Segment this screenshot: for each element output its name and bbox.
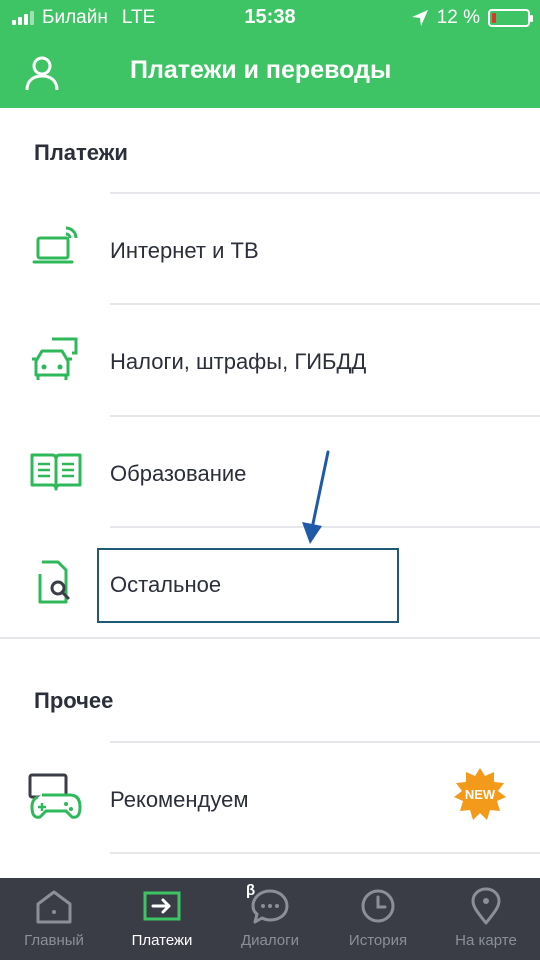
beta-mark: β	[246, 882, 256, 899]
section-title-other: Прочее	[34, 688, 114, 713]
tab-dialogs[interactable]: β Диалоги	[216, 878, 324, 960]
section-title-payments: Платежи	[34, 140, 128, 165]
gamepad-icon	[28, 773, 82, 819]
list-item-label: Интернет и ТВ	[110, 238, 259, 263]
new-badge-label: NEW	[465, 787, 496, 802]
divider	[110, 852, 540, 854]
list-item-label: Рекомендуем	[110, 787, 249, 812]
home-icon	[36, 890, 72, 924]
tab-label: Диалоги	[241, 932, 299, 949]
location-arrow-icon	[411, 10, 428, 26]
tab-bar: Главный Платежи β Диалоги История На кар…	[0, 878, 540, 960]
book-icon	[30, 453, 82, 491]
status-right: 12 %	[411, 7, 533, 29]
annotation-arrow-icon	[302, 450, 330, 544]
battery-percent: 12 %	[436, 7, 480, 28]
list-item-taxes-fines[interactable]: Налоги, штрафы, ГИБДД	[0, 305, 540, 417]
battery-level	[492, 13, 496, 23]
person-icon[interactable]	[22, 54, 62, 94]
map-pin-icon	[471, 887, 501, 925]
tab-label: Главный	[24, 932, 84, 949]
tab-map[interactable]: На карте	[432, 878, 540, 960]
tab-payments[interactable]: Платежи	[108, 878, 216, 960]
highlight-frame	[97, 548, 399, 623]
car-icon	[32, 337, 78, 380]
list-item-education[interactable]: Образование	[0, 417, 540, 529]
battery-icon	[488, 9, 533, 27]
new-badge: NEW	[454, 768, 506, 820]
clock-icon	[361, 889, 395, 923]
tab-home[interactable]: Главный	[0, 878, 108, 960]
payment-arrow-icon	[143, 891, 181, 921]
laptop-wifi-icon	[32, 226, 78, 264]
page-title: Платежи и переводы	[130, 56, 392, 84]
list-item-label: Образование	[110, 461, 247, 486]
tab-label: Платежи	[131, 932, 193, 949]
app-header: Платежи и переводы	[0, 36, 540, 108]
tab-history[interactable]: История	[324, 878, 432, 960]
status-bar: Билайн LTE 15:38 12 %	[0, 0, 540, 36]
list-item-label: Налоги, штрафы, ГИБДД	[110, 349, 367, 374]
list-item-internet-tv[interactable]: Интернет и ТВ	[0, 194, 540, 306]
chat-icon	[251, 889, 289, 924]
tab-label: История	[348, 932, 408, 949]
document-search-icon	[38, 560, 70, 604]
tab-label: На карте	[455, 932, 517, 949]
section-divider	[0, 637, 540, 639]
